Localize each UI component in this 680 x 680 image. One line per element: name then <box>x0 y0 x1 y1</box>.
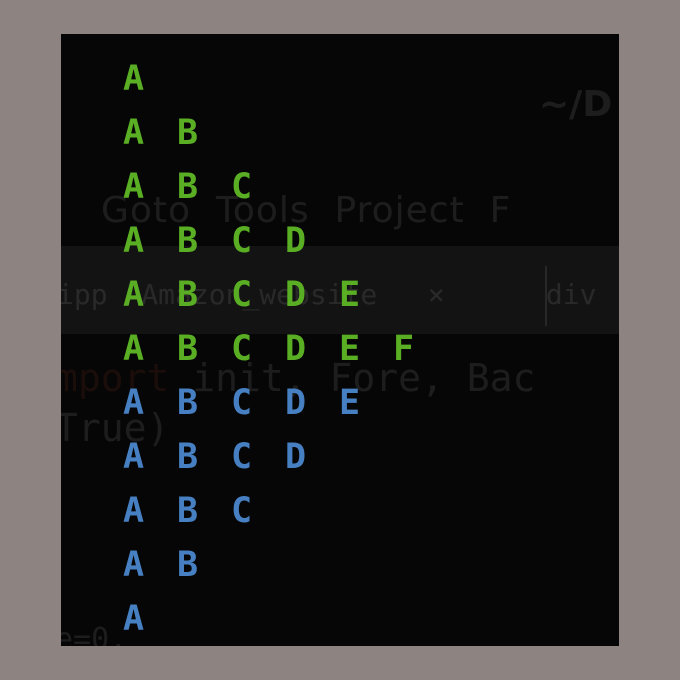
letter-pattern-output: AABABCABCDABCDEABCDEFABCDEABCDABCABA <box>123 52 447 646</box>
ghost-tab-separator <box>545 266 547 326</box>
output-letter: C <box>231 275 253 315</box>
output-letter: D <box>285 221 307 261</box>
output-letter: A <box>123 221 145 261</box>
output-letter: E <box>339 275 361 315</box>
output-letter: B <box>177 329 199 369</box>
output-line: ABCDEF <box>123 322 447 376</box>
output-letter: A <box>123 59 145 99</box>
output-letter: B <box>177 221 199 261</box>
output-letter: E <box>339 329 361 369</box>
output-letter: E <box>339 383 361 423</box>
output-line: ABCD <box>123 430 447 484</box>
output-letter: B <box>177 383 199 423</box>
ghost-code-line-3: e=0, <box>61 622 128 646</box>
output-line: ABC <box>123 484 447 538</box>
output-letter: B <box>177 167 199 207</box>
output-letter: C <box>231 221 253 261</box>
terminal-window: ~/D Goto Tools Project F ipp Amazon_webs… <box>61 34 619 646</box>
output-letter: A <box>123 275 145 315</box>
output-line: ABCDE <box>123 268 447 322</box>
output-letter: C <box>231 167 253 207</box>
output-letter: A <box>123 329 145 369</box>
output-letter: A <box>123 545 145 585</box>
output-letter: C <box>231 437 253 477</box>
output-letter: D <box>285 329 307 369</box>
output-line: AB <box>123 106 447 160</box>
output-letter: A <box>123 383 145 423</box>
output-line: AB <box>123 538 447 592</box>
output-letter: A <box>123 437 145 477</box>
output-letter: C <box>231 329 253 369</box>
output-letter: D <box>285 437 307 477</box>
output-letter: A <box>123 167 145 207</box>
output-letter: A <box>123 113 145 153</box>
output-letter: B <box>177 491 199 531</box>
output-line: A <box>123 592 447 646</box>
output-line: ABC <box>123 160 447 214</box>
output-line: ABCDE <box>123 376 447 430</box>
output-line: ABCD <box>123 214 447 268</box>
output-letter: D <box>285 383 307 423</box>
output-letter: B <box>177 545 199 585</box>
output-letter: F <box>393 329 415 369</box>
output-letter: B <box>177 113 199 153</box>
output-letter: B <box>177 437 199 477</box>
output-letter: A <box>123 491 145 531</box>
output-letter: B <box>177 275 199 315</box>
output-letter: A <box>123 599 145 639</box>
output-letter: D <box>285 275 307 315</box>
output-letter: C <box>231 491 253 531</box>
ghost-window-path: ~/D <box>539 84 613 125</box>
output-letter: C <box>231 383 253 423</box>
output-line: A <box>123 52 447 106</box>
